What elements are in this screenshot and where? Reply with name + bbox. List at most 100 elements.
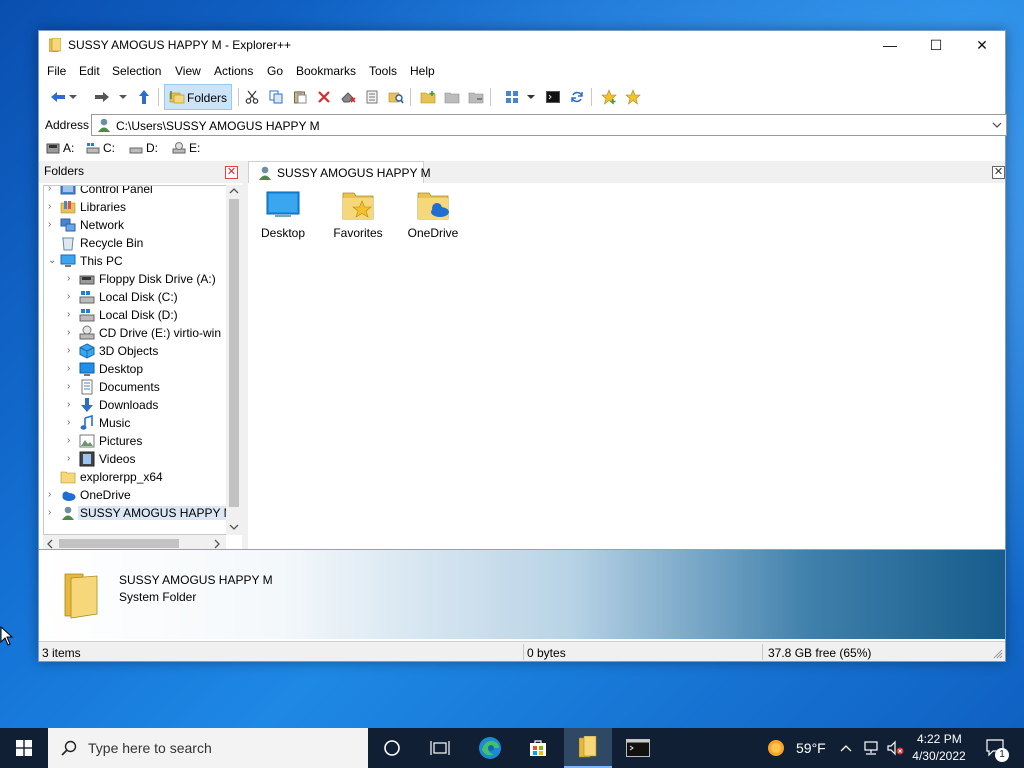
start-button[interactable] (0, 728, 48, 768)
resize-grip-icon[interactable] (993, 649, 1003, 659)
menu-bar: File Edit Selection View Actions Go Book… (39, 61, 1005, 81)
task-view-button[interactable] (416, 728, 464, 768)
info-item-type: System Folder (119, 590, 197, 604)
toolbar-separator (158, 88, 159, 106)
search-icon (61, 740, 77, 756)
command-prompt-taskbar-button[interactable] (614, 728, 662, 768)
weather-temperature[interactable]: 59°F (796, 740, 826, 756)
paste-button[interactable] (290, 87, 310, 107)
tab-user-folder[interactable]: SUSSY AMOGUS HAPPY M (248, 161, 431, 183)
menu-edit[interactable]: Edit (79, 64, 100, 78)
title-bar[interactable]: SUSSY AMOGUS HAPPY M - Explorer++ — ☐ ✕ (39, 31, 1005, 59)
network-tray-button[interactable] (860, 728, 882, 768)
minimize-button[interactable]: — (867, 31, 913, 59)
forward-arrow-icon (95, 92, 109, 102)
menu-view[interactable]: View (175, 64, 201, 78)
drive-d-label: D: (146, 141, 158, 155)
tab-close-button[interactable]: ✕ (992, 166, 1005, 179)
tree-horizontal-scroll-thumb[interactable] (59, 539, 179, 548)
views-dropdown-button[interactable] (525, 87, 537, 107)
search-button[interactable] (386, 87, 406, 107)
maximize-button[interactable]: ☐ (913, 31, 959, 59)
chevron-left-icon[interactable] (46, 539, 54, 549)
notification-center-button[interactable]: 1 (976, 728, 1016, 768)
store-taskbar-button[interactable] (514, 728, 562, 768)
menu-bookmarks[interactable]: Bookmarks (296, 64, 356, 78)
chevron-down-icon[interactable] (992, 122, 1002, 128)
chevron-right-icon[interactable]: › (67, 381, 77, 393)
chevron-right-icon[interactable]: › (67, 273, 77, 285)
address-input[interactable]: C:\Users\SUSSY AMOGUS HAPPY M (91, 114, 1007, 136)
chevron-right-icon[interactable]: › (67, 435, 77, 447)
delete-button[interactable] (314, 87, 334, 107)
views-button[interactable] (502, 87, 522, 107)
drive-a-button[interactable]: A: (46, 141, 74, 155)
forward-history-button[interactable] (117, 87, 129, 107)
chevron-down-icon[interactable] (229, 523, 239, 531)
tree-vertical-scroll-thumb[interactable] (229, 199, 239, 507)
tree-vertical-scrollbar[interactable] (226, 185, 242, 535)
chevron-right-icon[interactable]: › (48, 489, 58, 501)
chevron-right-icon[interactable]: › (67, 327, 77, 339)
command-prompt-button[interactable] (543, 87, 563, 107)
forward-button[interactable] (92, 87, 112, 107)
chevron-up-icon[interactable] (229, 187, 239, 195)
file-list-view[interactable]: Desktop Favorites OneDrive (248, 183, 1005, 549)
clock-date[interactable]: 4/30/2022 (911, 749, 967, 763)
back-history-button[interactable] (67, 87, 79, 107)
chevron-right-icon[interactable]: › (67, 363, 77, 375)
search-icon (388, 92, 404, 104)
close-button[interactable]: ✕ (959, 31, 1005, 59)
chevron-right-icon[interactable]: › (67, 309, 77, 321)
cortana-button[interactable] (368, 728, 416, 768)
show-hidden-icons-button[interactable] (836, 728, 856, 768)
move-to-button[interactable] (466, 87, 486, 107)
explorer-taskbar-button[interactable] (564, 728, 612, 768)
copy-button[interactable] (266, 87, 286, 107)
chevron-right-icon[interactable]: › (67, 345, 77, 357)
chevron-right-icon[interactable]: › (48, 507, 58, 519)
menu-selection[interactable]: Selection (112, 64, 161, 78)
weather-widget[interactable] (762, 728, 790, 768)
add-bookmark-button[interactable] (599, 87, 619, 107)
volume-tray-button[interactable] (884, 728, 906, 768)
chevron-right-icon[interactable]: › (48, 201, 58, 213)
menu-go[interactable]: Go (267, 64, 283, 78)
floppy-drive-icon (46, 143, 60, 154)
menu-actions[interactable]: Actions (214, 64, 253, 78)
chevron-right-icon[interactable]: › (67, 399, 77, 411)
edge-taskbar-button[interactable] (466, 728, 514, 768)
folder-tree[interactable]: › Control Panel › Libraries › Network Recycle … (43, 185, 226, 535)
chevron-right-icon[interactable]: › (48, 186, 58, 195)
up-button[interactable] (134, 87, 154, 107)
properties-button[interactable] (362, 87, 382, 107)
folders-toggle-button[interactable]: Folders (164, 84, 232, 110)
back-button[interactable] (48, 87, 68, 107)
chevron-right-icon[interactable] (213, 539, 221, 549)
taskbar-search-box[interactable]: Type here to search (48, 728, 368, 768)
menu-file[interactable]: File (47, 64, 66, 78)
file-item-onedrive[interactable]: OneDrive (398, 187, 468, 240)
cut-button[interactable] (242, 87, 262, 107)
chevron-right-icon[interactable]: › (67, 417, 77, 429)
tree-item-label: SUSSY AMOGUS HAPPY M (78, 506, 226, 520)
chevron-right-icon[interactable]: › (67, 453, 77, 465)
chevron-right-icon[interactable]: › (48, 219, 58, 231)
menu-tools[interactable]: Tools (369, 64, 397, 78)
file-item-desktop[interactable]: Desktop (248, 187, 318, 240)
refresh-button[interactable] (567, 87, 587, 107)
chevron-right-icon[interactable]: › (67, 291, 77, 303)
chevron-down-icon[interactable]: ⌄ (48, 255, 58, 267)
bookmarks-button[interactable] (623, 87, 643, 107)
drive-c-button[interactable]: C: (86, 141, 115, 155)
drive-e-button[interactable]: E: (172, 141, 200, 155)
command-prompt-icon (546, 91, 560, 103)
menu-help[interactable]: Help (410, 64, 435, 78)
drive-d-button[interactable]: D: (129, 141, 158, 155)
file-item-favorites[interactable]: Favorites (323, 187, 393, 240)
delete-permanently-button[interactable] (338, 87, 358, 107)
folders-pane-close-button[interactable]: ✕ (225, 166, 238, 179)
new-folder-button[interactable] (418, 87, 438, 107)
copy-to-button[interactable] (442, 87, 462, 107)
clock-time[interactable]: 4:22 PM (917, 732, 962, 746)
